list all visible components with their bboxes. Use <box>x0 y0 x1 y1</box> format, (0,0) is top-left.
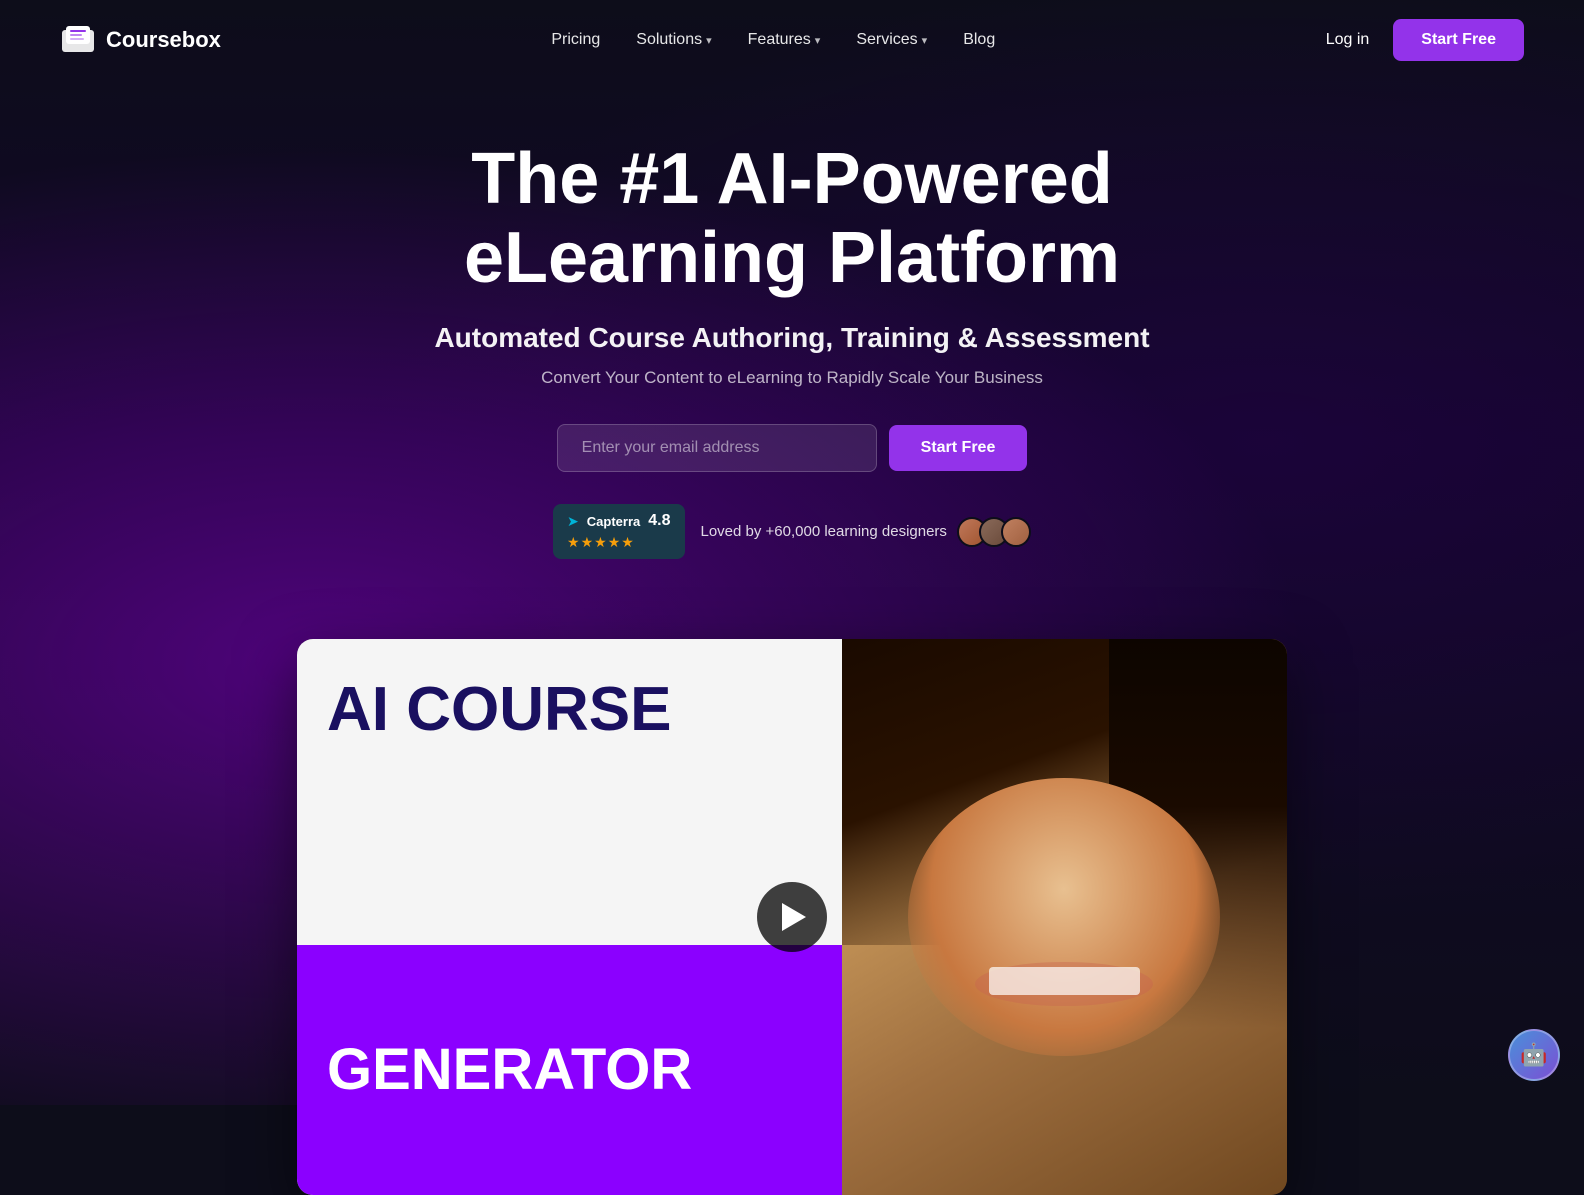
nav-item-blog[interactable]: Blog <box>963 31 995 49</box>
hero-subheadline: Automated Course Authoring, Training & A… <box>20 322 1564 354</box>
logo-text: Coursebox <box>106 27 221 53</box>
video-content: AI COURSE GENERATOR <box>297 639 1287 1195</box>
video-section: AI COURSE GENERATOR <box>0 639 1584 1195</box>
logo-icon <box>60 22 96 58</box>
chatbot-icon: 🤖 <box>1520 1042 1547 1068</box>
nav-links: Pricing Solutions ▾ Features ▾ Services … <box>551 31 995 49</box>
chevron-down-icon: ▾ <box>922 34 928 47</box>
capterra-score: 4.8 <box>648 512 670 530</box>
loved-text: Loved by +60,000 learning designers <box>701 517 1031 547</box>
video-title-bottom: GENERATOR <box>297 945 842 1195</box>
nav-item-services[interactable]: Services ▾ <box>856 31 927 49</box>
play-button[interactable] <box>757 882 827 952</box>
video-right <box>842 639 1288 1195</box>
nav-actions: Log in Start Free <box>1326 19 1524 61</box>
capterra-icon: ➤ <box>567 513 579 530</box>
hero-body: Convert Your Content to eLearning to Rap… <box>20 368 1564 388</box>
hero-section: The #1 AI-Powered eLearning Platform Aut… <box>0 80 1584 639</box>
nav-item-pricing[interactable]: Pricing <box>551 31 600 49</box>
video-title-bottom-text: GENERATOR <box>327 1041 692 1099</box>
logo[interactable]: Coursebox <box>60 22 221 58</box>
capterra-stars: ★★★★★ <box>567 534 635 551</box>
play-icon <box>782 903 806 931</box>
video-container[interactable]: AI COURSE GENERATOR <box>297 639 1287 1195</box>
chatbot-button[interactable]: 🤖 <box>1508 1029 1560 1081</box>
navbar: Coursebox Pricing Solutions ▾ Features ▾ <box>0 0 1584 80</box>
avatar-group <box>957 517 1031 547</box>
social-proof: ➤ Capterra 4.8 ★★★★★ Loved by +60,000 le… <box>20 504 1564 559</box>
hero-headline: The #1 AI-Powered eLearning Platform <box>392 140 1192 298</box>
chevron-down-icon: ▾ <box>706 34 712 47</box>
nav-item-solutions[interactable]: Solutions ▾ <box>636 31 711 49</box>
login-button[interactable]: Log in <box>1326 31 1370 49</box>
start-free-nav-button[interactable]: Start Free <box>1393 19 1524 61</box>
email-form: Start Free <box>20 424 1564 472</box>
email-input[interactable] <box>557 424 877 472</box>
avatar <box>1001 517 1031 547</box>
video-title-top: AI COURSE <box>327 679 812 741</box>
capterra-label: Capterra <box>587 514 640 529</box>
capterra-badge: ➤ Capterra 4.8 ★★★★★ <box>553 504 684 559</box>
start-free-hero-button[interactable]: Start Free <box>889 425 1028 471</box>
chevron-down-icon: ▾ <box>815 34 821 47</box>
nav-item-features[interactable]: Features ▾ <box>748 31 821 49</box>
